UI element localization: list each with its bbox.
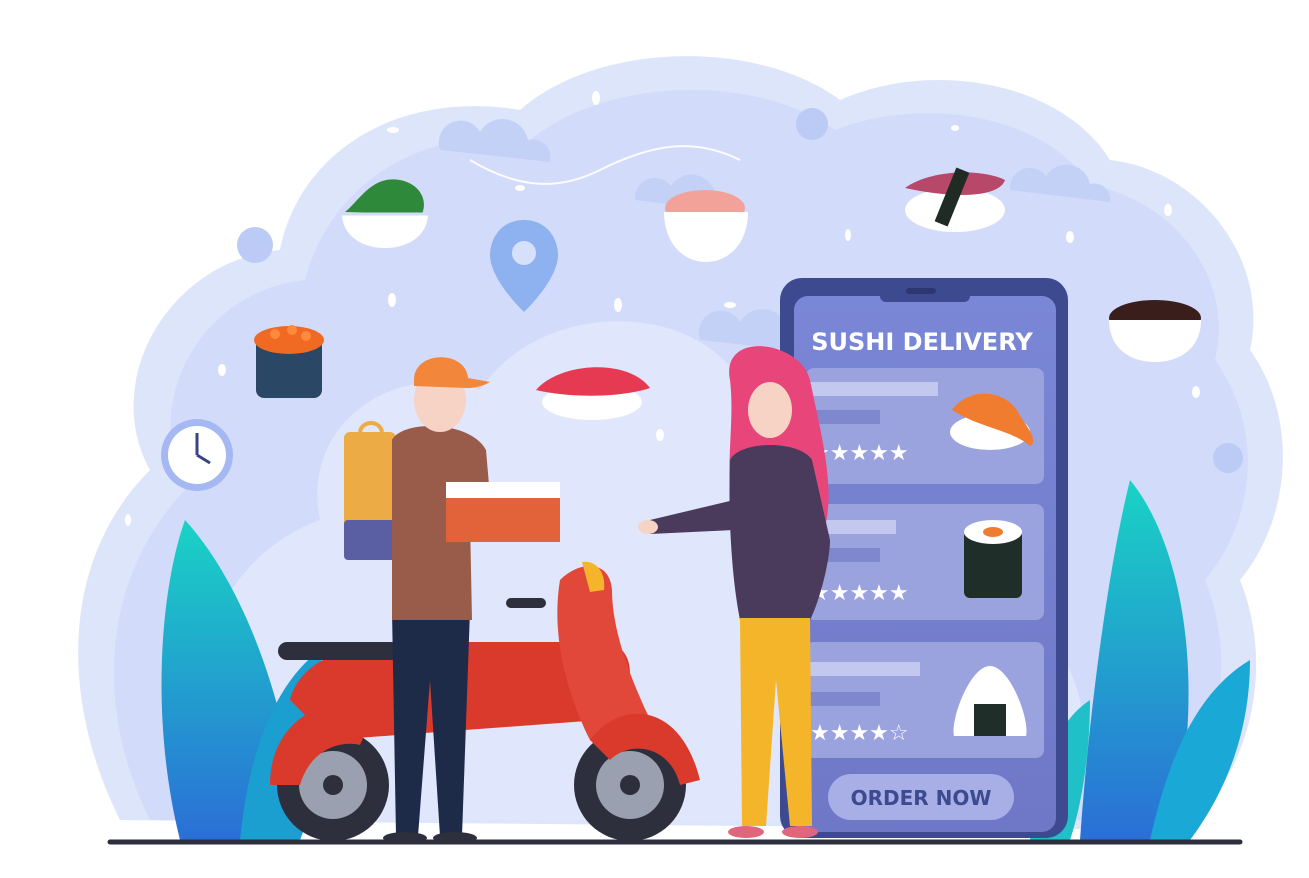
maki-roll-image: [964, 520, 1022, 598]
order-now-label: ORDER NOW: [851, 786, 992, 810]
order-now-button[interactable]: ORDER NOW: [828, 774, 1014, 820]
menu-card[interactable]: ★★★★★: [806, 368, 1044, 484]
menu-card[interactable]: ★★★★☆: [806, 642, 1044, 758]
menu-card[interactable]: ★★★★★: [806, 504, 1044, 620]
star-rating: ★★★★☆: [810, 721, 909, 746]
phone-title: SUSHI DELIVERY: [811, 328, 1033, 356]
star-rating: ★★★★★: [810, 581, 909, 606]
sushi-delivery-illustration: SUSHI DELIVERY ★★★★★ ★★★★★ ★★★★☆ ORDER N…: [78, 56, 1283, 845]
clock-icon: [161, 419, 233, 491]
ikura-gunkan: [254, 325, 324, 398]
